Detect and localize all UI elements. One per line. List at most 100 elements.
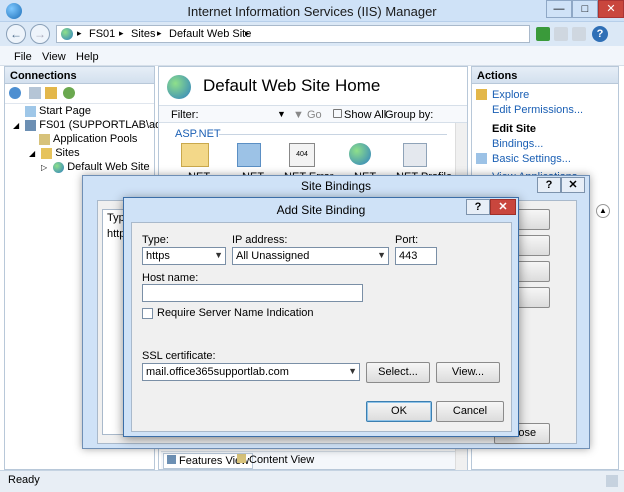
host-name-field[interactable]	[142, 284, 363, 302]
up-folder-icon[interactable]	[45, 87, 57, 99]
menu-view[interactable]: View	[42, 51, 66, 63]
home-icon[interactable]	[572, 27, 586, 41]
crumb-separator: ▸	[157, 28, 162, 38]
collapse-icon[interactable]: ◢	[13, 121, 19, 130]
edit-site-heading: Edit Site	[492, 123, 537, 135]
edit-permissions-link[interactable]: Edit Permissions...	[492, 104, 583, 116]
crumb-separator: ▸	[245, 28, 250, 38]
refresh-connection-icon[interactable]	[63, 87, 75, 99]
go-button[interactable]: ▼ Go	[293, 109, 322, 121]
binding-form: Type: https ▼ IP address: All Unassigned…	[131, 222, 512, 432]
sni-label: Require Server Name Indication	[157, 307, 314, 319]
chevron-down-icon: ▼	[214, 250, 223, 260]
website-globe-icon	[167, 75, 191, 99]
maximize-button[interactable]: □	[572, 0, 598, 18]
section-divider	[219, 134, 447, 135]
filter-input[interactable]	[201, 107, 285, 121]
app-pools-icon	[39, 133, 50, 145]
actions-header: Actions	[472, 67, 618, 84]
net-error-pages-icon[interactable]: 404	[289, 143, 315, 167]
help-button[interactable]: ?	[537, 177, 561, 193]
view-tabs: Features View Content View	[161, 451, 455, 469]
dialog-title: Site Bindings	[300, 179, 372, 193]
stop-icon[interactable]	[554, 27, 568, 41]
collapse-section-icon[interactable]: ▲	[596, 204, 610, 218]
section-aspnet: ASP.NET	[175, 128, 221, 140]
crumb-sites[interactable]: Sites	[131, 28, 155, 40]
group-by-label: Group by:	[385, 109, 434, 121]
minimize-button[interactable]: —	[546, 0, 572, 18]
ip-address-label: IP address:	[232, 234, 288, 246]
type-label: Type:	[142, 234, 169, 246]
filter-dropdown-icon[interactable]: ▼	[277, 109, 286, 119]
dialog-title: Add Site Binding	[276, 203, 366, 217]
connect-icon[interactable]	[9, 87, 21, 99]
net-compilation-icon[interactable]	[237, 143, 261, 167]
ssl-certificate-select[interactable]: mail.office365supportlab.com ▼	[142, 363, 360, 381]
page-title: Default Web Site Home	[203, 76, 381, 95]
crumb-site[interactable]: Default Web Site	[169, 28, 251, 40]
view-certificate-button[interactable]: View...	[436, 362, 500, 383]
ssl-certificate-label: SSL certificate:	[142, 350, 216, 362]
close-dialog-button[interactable]: ✕	[561, 177, 585, 193]
breadcrumb[interactable]: ▸ FS01 ▸ Sites ▸ Default Web Site ▸	[56, 25, 530, 43]
basic-settings-icon	[476, 153, 487, 164]
menu-file[interactable]: File	[14, 51, 32, 63]
connections-toolbar	[5, 84, 154, 104]
status-text: Ready	[8, 474, 40, 486]
filter-label: Filter:	[171, 109, 199, 121]
expand-icon[interactable]: ▷	[41, 163, 47, 172]
features-view-icon	[167, 455, 176, 464]
chevron-down-icon: ▼	[377, 250, 386, 260]
crumb-separator: ▸	[119, 28, 124, 38]
ok-button[interactable]: OK	[366, 401, 432, 422]
sites-folder-icon	[41, 147, 53, 159]
status-network-icon	[606, 475, 618, 487]
host-name-label: Host name:	[142, 272, 199, 284]
back-button[interactable]: ←	[6, 24, 26, 44]
close-dialog-button[interactable]: ✕	[490, 199, 516, 215]
cancel-button[interactable]: Cancel	[436, 401, 504, 422]
port-label: Port:	[395, 234, 419, 246]
window-title: Internet Information Services (IIS) Mana…	[187, 4, 437, 19]
tab-content-view[interactable]: Content View	[237, 454, 314, 466]
chevron-down-icon: ▼	[348, 366, 357, 376]
bindings-link[interactable]: Bindings...	[492, 138, 543, 150]
forward-button[interactable]: →	[30, 24, 50, 44]
show-all-button[interactable]: Show All	[333, 109, 386, 121]
connections-header: Connections	[5, 67, 154, 84]
content-view-icon	[237, 454, 246, 463]
menu-help[interactable]: Help	[76, 51, 99, 63]
refresh-icon[interactable]	[536, 27, 550, 41]
globe-icon	[61, 28, 73, 40]
website-globe-icon	[53, 161, 65, 173]
ip-address-select[interactable]: All Unassigned ▼	[232, 247, 389, 265]
basic-settings-link[interactable]: Basic Settings...	[492, 153, 571, 165]
net-globalization-icon[interactable]	[349, 143, 371, 165]
tree-default-web-site[interactable]: ▷ Default Web Site	[41, 161, 150, 173]
net-profile-icon[interactable]	[403, 143, 427, 167]
tree-application-pools[interactable]: Application Pools	[39, 133, 137, 145]
sni-checkbox[interactable]	[142, 308, 153, 319]
close-window-button[interactable]: ✕	[598, 0, 624, 18]
select-certificate-button[interactable]: Select...	[366, 362, 430, 383]
collapse-icon[interactable]: ◢	[29, 149, 35, 158]
save-icon[interactable]	[29, 87, 41, 99]
show-all-icon	[333, 109, 342, 118]
net-authorization-icon[interactable]	[181, 143, 209, 167]
tree-start-page[interactable]: Start Page	[25, 105, 91, 117]
server-icon	[25, 119, 37, 131]
port-field[interactable]: 443	[395, 247, 437, 265]
start-page-icon	[25, 105, 36, 117]
type-select[interactable]: https ▼	[142, 247, 226, 265]
crumb-server[interactable]: FS01	[89, 28, 115, 40]
explore-link[interactable]: Explore	[492, 89, 529, 101]
help-icon[interactable]: ?	[592, 26, 608, 42]
explore-icon	[476, 89, 487, 100]
crumb-separator: ▸	[77, 28, 82, 38]
add-site-binding-dialog: Add Site Binding ? ✕ Type: https ▼ IP ad…	[123, 197, 519, 437]
status-bar	[0, 470, 624, 492]
filter-bar: Filter: ▼ ▼ Go Show All Group by:	[159, 105, 467, 123]
help-button[interactable]: ?	[466, 199, 490, 215]
tree-sites[interactable]: ◢ Sites	[29, 147, 80, 159]
